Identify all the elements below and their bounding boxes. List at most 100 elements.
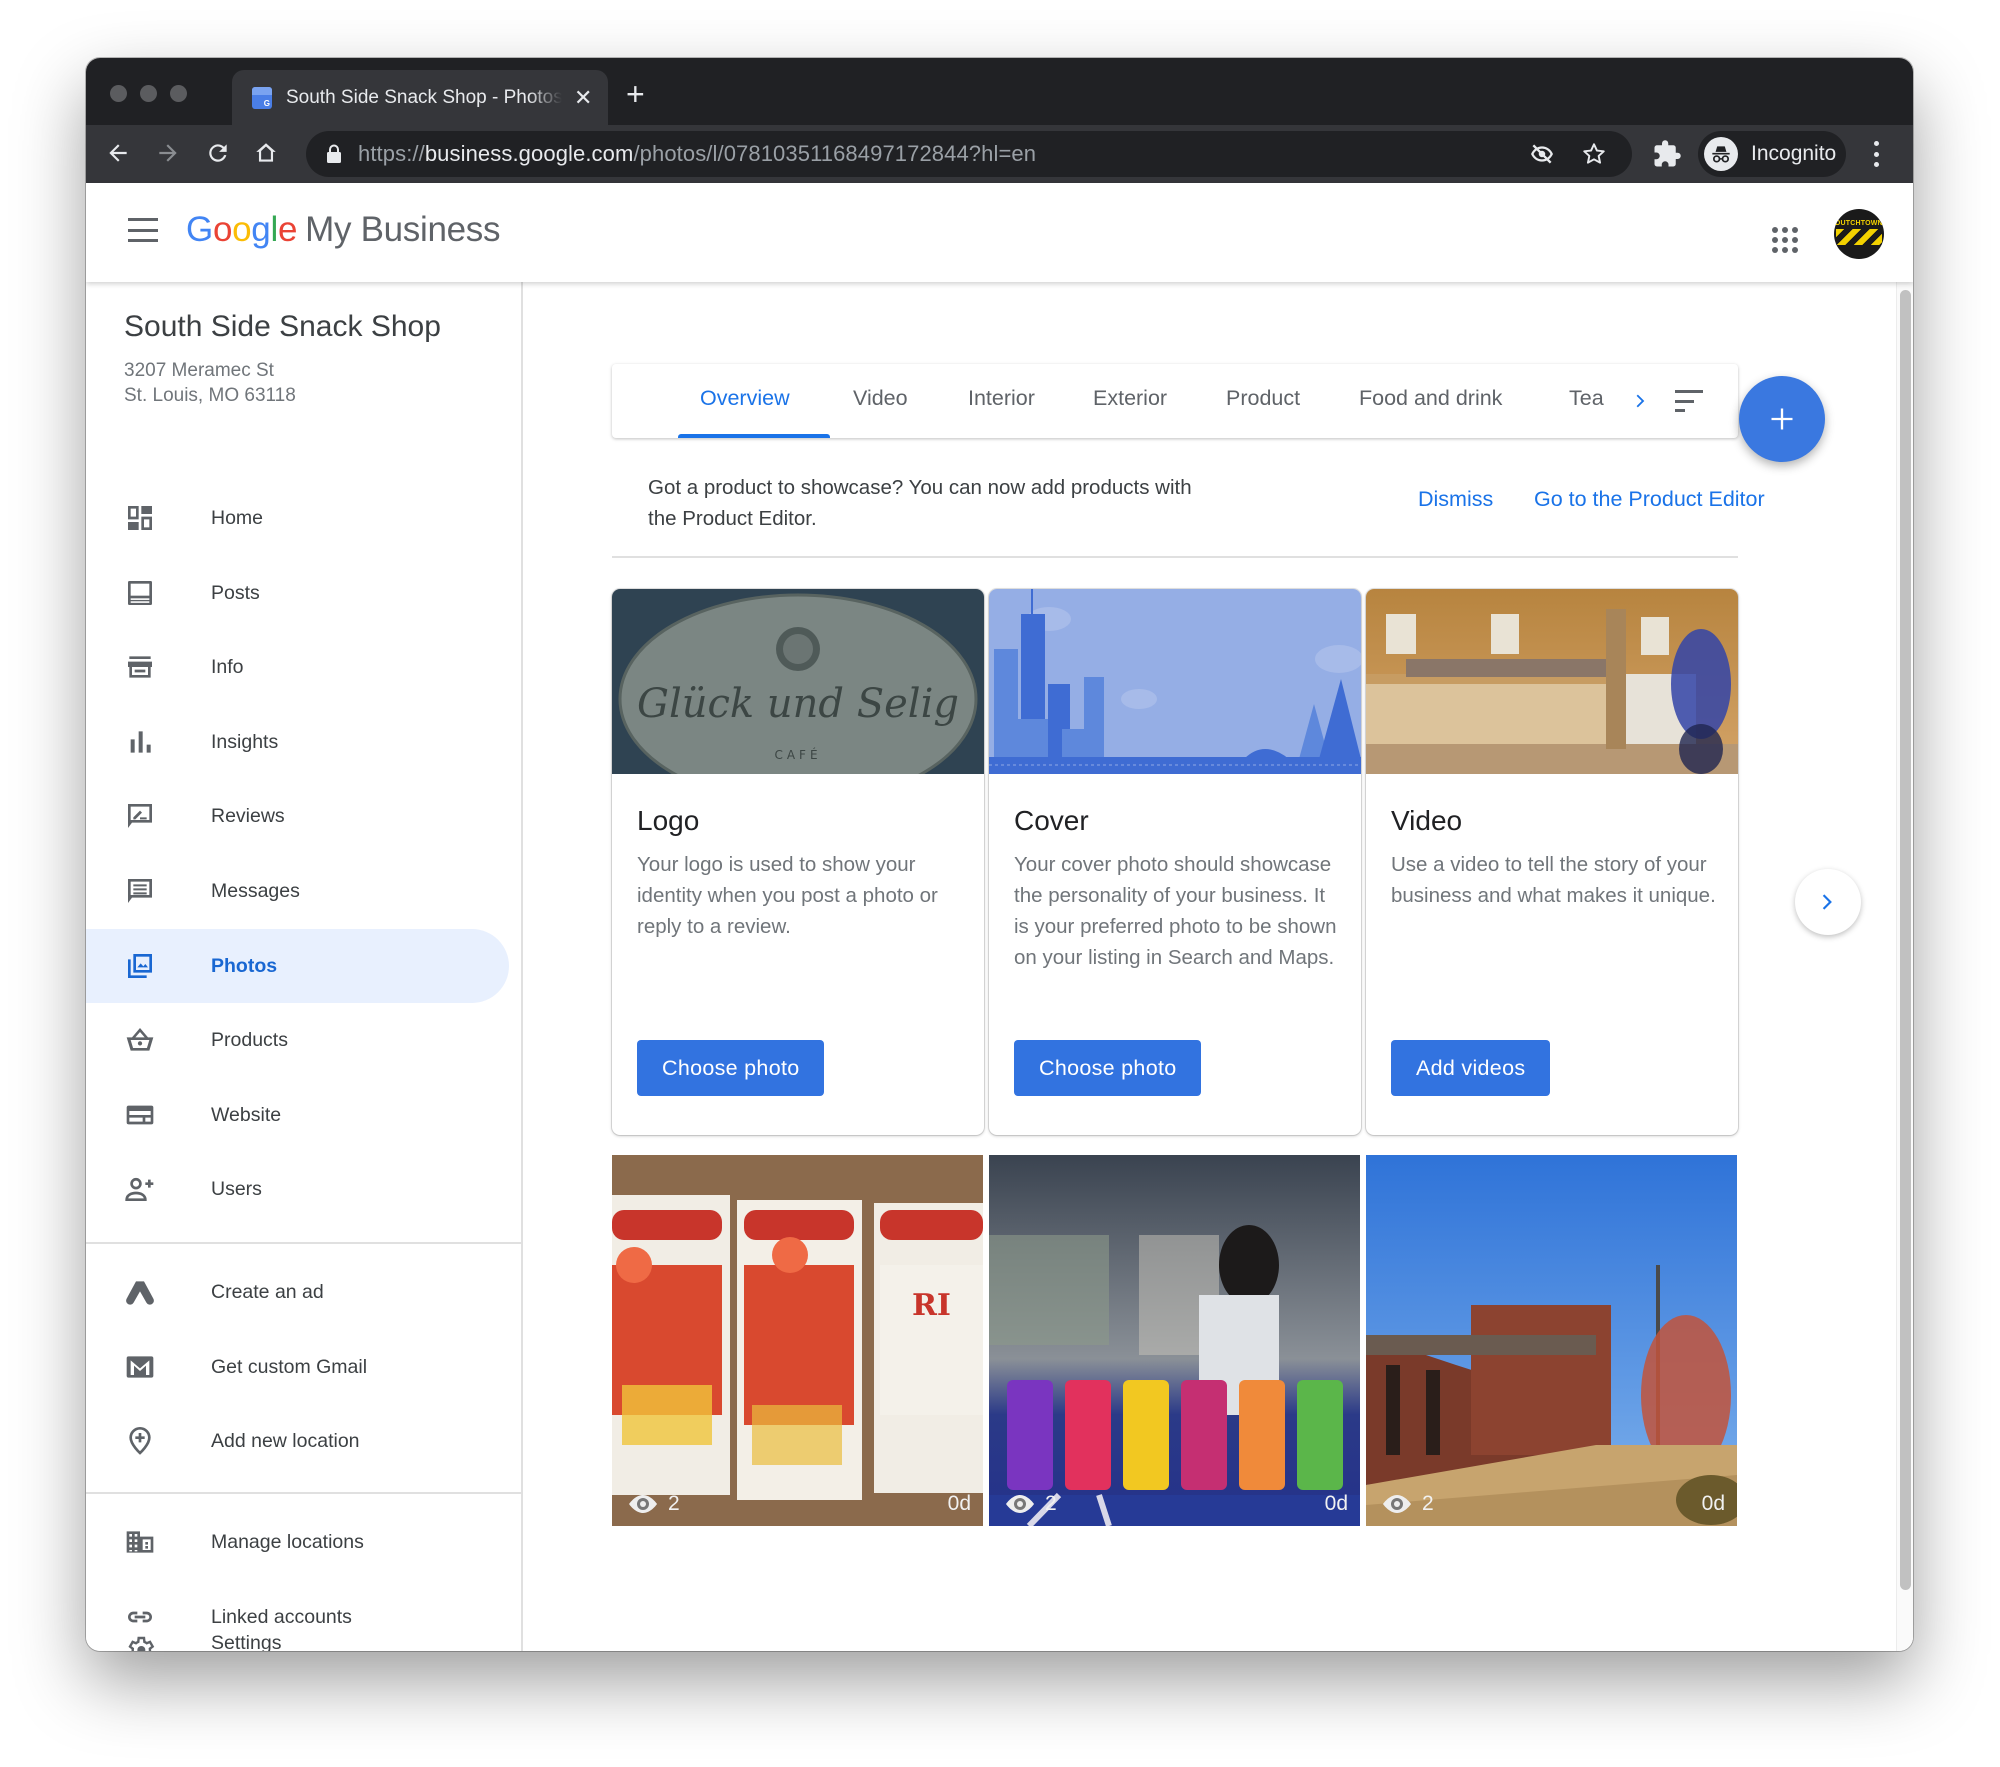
- add-location-icon: [124, 1425, 156, 1457]
- browser-toolbar: https://business.google.com/photos/l/078…: [86, 125, 1913, 183]
- choose-cover-photo-button[interactable]: Choose photo: [1014, 1040, 1202, 1096]
- sidebar-divider: [86, 1492, 521, 1494]
- sidebar-item-messages[interactable]: Messages: [86, 854, 509, 928]
- tab-food-and-drink[interactable]: Food and drink: [1359, 386, 1502, 411]
- photo-age: 0d: [1701, 1492, 1725, 1515]
- card-description: Your cover photo should showcase the per…: [1014, 853, 1337, 969]
- sidebar-item-settings[interactable]: Settings: [86, 1618, 509, 1651]
- scrollbar-thumb[interactable]: [1900, 290, 1911, 1590]
- photo-library-icon: [124, 950, 156, 982]
- tab-overview[interactable]: Overview: [700, 386, 790, 411]
- photo-thumbnail[interactable]: 2 0d: [1366, 1155, 1737, 1526]
- extensions-puzzle-icon[interactable]: [1652, 139, 1682, 169]
- active-tab-indicator: [678, 434, 830, 438]
- back-button[interactable]: [100, 135, 136, 171]
- google-apps-icon[interactable]: [1772, 227, 1798, 253]
- tab-video[interactable]: Video: [853, 386, 908, 411]
- new-tab-button[interactable]: +: [626, 78, 645, 110]
- sidebar-item-products[interactable]: Products: [86, 1003, 509, 1077]
- add-videos-button[interactable]: Add videos: [1391, 1040, 1551, 1096]
- arrow-right-icon: [159, 144, 177, 162]
- svg-text:CAFÉ: CAFÉ: [774, 747, 821, 762]
- home-icon: [256, 143, 276, 162]
- forward-button[interactable]: [150, 135, 186, 171]
- account-avatar[interactable]: DUTCHTOWN: [1834, 209, 1884, 259]
- sidebar-item-info[interactable]: Info: [86, 630, 509, 704]
- choose-logo-photo-button[interactable]: Choose photo: [637, 1040, 825, 1096]
- chevron-right-icon: [1822, 894, 1832, 910]
- tracking-blocked-icon[interactable]: [1528, 140, 1556, 168]
- window-zoom-button[interactable]: [170, 85, 187, 102]
- bookmark-star-icon[interactable]: [1580, 140, 1608, 168]
- app-header: Google My Business DUTCHTOWN: [86, 183, 1913, 282]
- browser-window: South Side Snack Shop - Photos ✕ + https…: [86, 58, 1913, 1651]
- photo-thumbnail[interactable]: 2 0d: [989, 1155, 1360, 1526]
- page-scrollbar[interactable]: [1896, 282, 1913, 1651]
- banner-divider: [612, 556, 1738, 558]
- window-minimize-button[interactable]: [140, 85, 157, 102]
- sidebar-item-manage-locations[interactable]: Manage locations: [86, 1505, 509, 1579]
- cover-illustration[interactable]: [989, 589, 1361, 774]
- sidebar-item-insights[interactable]: Insights: [86, 705, 509, 779]
- close-tab-icon[interactable]: ✕: [574, 86, 592, 109]
- card-description: Use a video to tell the story of your bu…: [1391, 853, 1716, 907]
- reload-button[interactable]: [200, 135, 236, 171]
- eye-icon: [1006, 1495, 1034, 1513]
- logo-image[interactable]: Glück und Selig CAFÉ: [612, 589, 984, 774]
- dismiss-button[interactable]: Dismiss: [1418, 487, 1493, 512]
- tab-exterior[interactable]: Exterior: [1093, 386, 1167, 411]
- photo-thumbnail[interactable]: RI 2 0d: [612, 1155, 983, 1526]
- video-card: Video Use a video to tell the story of y…: [1366, 589, 1738, 1135]
- sidebar-divider: [86, 1242, 521, 1244]
- carousel-next-button[interactable]: [1795, 869, 1861, 935]
- photo-age: 0d: [1324, 1492, 1348, 1515]
- gear-icon: [124, 1634, 156, 1651]
- incognito-profile-button[interactable]: Incognito: [1698, 131, 1846, 177]
- address-bar[interactable]: https://business.google.com/photos/l/078…: [306, 131, 1632, 177]
- sidebar-item-website[interactable]: Website: [86, 1078, 509, 1152]
- sidebar-item-custom-gmail[interactable]: Get custom Gmail: [86, 1330, 509, 1404]
- lock-icon: [327, 144, 341, 163]
- video-image[interactable]: [1366, 589, 1738, 774]
- sidebar-item-posts[interactable]: Posts: [86, 556, 509, 630]
- browser-tab[interactable]: South Side Snack Shop - Photos ✕: [232, 70, 608, 125]
- home-button[interactable]: [248, 135, 284, 171]
- sidebar-item-home[interactable]: Home: [86, 481, 509, 555]
- card-title: Video: [1391, 805, 1463, 836]
- svg-text:Glück und Selig: Glück und Selig: [637, 681, 959, 727]
- sidebar-item-reviews[interactable]: Reviews: [86, 779, 509, 853]
- business-name: South Side Snack Shop: [124, 310, 441, 343]
- google-my-business-logo[interactable]: Google My Business: [186, 210, 501, 250]
- window-close-button[interactable]: [110, 85, 127, 102]
- sidebar-item-photos[interactable]: Photos: [86, 929, 509, 1003]
- tab-team[interactable]: Tea: [1569, 386, 1607, 411]
- eye-icon: [629, 1495, 657, 1513]
- photo-age: 0d: [947, 1492, 971, 1515]
- chevron-right-icon[interactable]: [1630, 388, 1652, 414]
- go-to-product-editor-link[interactable]: Go to the Product Editor: [1534, 487, 1765, 512]
- business-address-line2: St. Louis, MO 63118: [124, 385, 296, 406]
- tab-interior[interactable]: Interior: [968, 386, 1035, 411]
- reload-icon: [209, 144, 227, 162]
- plus-icon: [1771, 408, 1793, 430]
- incognito-icon: [1704, 137, 1738, 171]
- gmail-icon: [124, 1351, 156, 1383]
- add-photo-fab[interactable]: [1739, 376, 1825, 462]
- tab-product[interactable]: Product: [1226, 386, 1300, 411]
- sidebar-item-users[interactable]: Users: [86, 1152, 509, 1226]
- sidebar-item-add-location[interactable]: Add new location: [86, 1404, 509, 1478]
- card-title: Cover: [1014, 805, 1089, 836]
- svg-text:RI: RI: [912, 1288, 951, 1323]
- view-count: 2: [1380, 1492, 1434, 1516]
- cover-card: Cover Your cover photo should showcase t…: [989, 589, 1361, 1135]
- logo-card: Glück und Selig CAFÉ Logo Your logo is u…: [612, 589, 984, 1135]
- main-menu-button[interactable]: [128, 218, 158, 242]
- bar-chart-icon: [124, 726, 156, 758]
- sidebar-item-create-ad[interactable]: Create an ad: [86, 1255, 509, 1329]
- gmb-favicon-icon: [252, 86, 272, 109]
- domain-icon: [124, 1526, 156, 1558]
- sort-icon[interactable]: [1675, 390, 1703, 412]
- browser-menu-button[interactable]: [1866, 139, 1886, 169]
- rate-review-icon: [124, 800, 156, 832]
- sidebar: South Side Snack Shop 3207 Meramec St St…: [86, 282, 523, 1651]
